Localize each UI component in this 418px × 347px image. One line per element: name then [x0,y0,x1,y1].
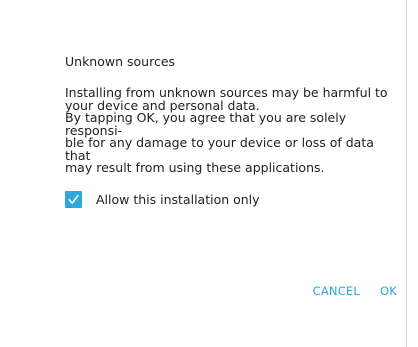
message-line: By tapping OK, you agree that you are so… [65,110,347,138]
unknown-sources-dialog: Unknown sources Installing from unknown … [0,0,407,347]
cancel-button[interactable]: CANCEL [313,284,360,298]
dialog-message: Installing from unknown sources may be h… [65,86,397,175]
dialog-title: Unknown sources [65,54,176,69]
allow-installation-label[interactable]: Allow this installation only [96,192,260,207]
message-line: ble for any damage to your device or los… [65,135,374,163]
allow-installation-checkbox-row[interactable]: Allow this installation only [65,189,260,209]
checkmark-icon [68,194,79,204]
message-line: may result from using these applications… [65,160,325,175]
allow-installation-checkbox[interactable] [65,190,82,208]
dialog-actions: CANCEL OK [313,284,397,298]
ok-button[interactable]: OK [380,284,397,298]
